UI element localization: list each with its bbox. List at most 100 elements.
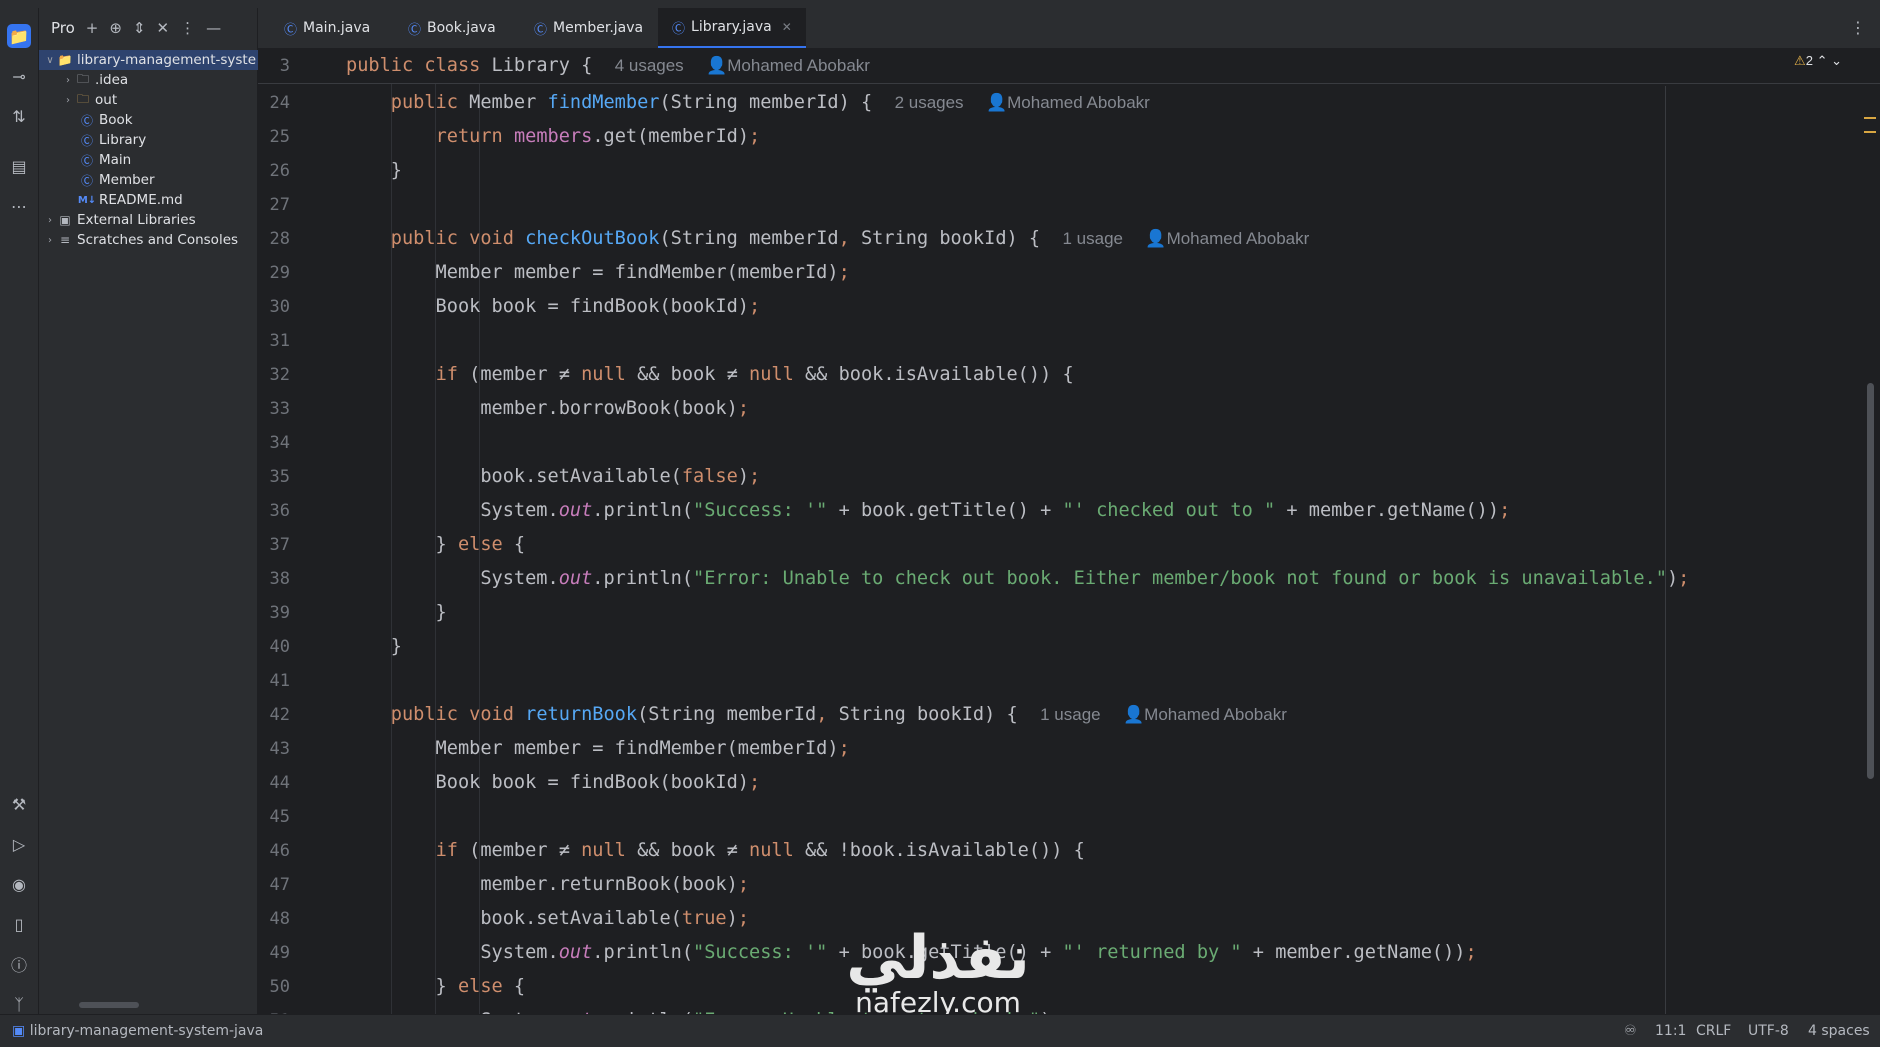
- class-icon: Ⓒ: [80, 153, 93, 168]
- collapse-all-icon[interactable]: ✕: [157, 19, 170, 37]
- tree-item-external-libraries[interactable]: › ▣ External Libraries: [39, 210, 261, 230]
- line-number: 25: [269, 127, 290, 147]
- line-number: 28: [269, 229, 290, 249]
- chevron-right-icon[interactable]: ›: [61, 75, 75, 86]
- tab-label: Book.java: [427, 20, 496, 36]
- tree-item-label: out: [95, 92, 118, 108]
- git-tool-icon[interactable]: ᛉ: [7, 992, 31, 1016]
- locate-file-icon[interactable]: ⊕: [109, 19, 122, 37]
- line-separator[interactable]: CRLF: [1696, 1023, 1731, 1039]
- tab-main-java[interactable]: Ⓒ Main.java: [270, 8, 384, 48]
- terminal-tool-icon[interactable]: ▯: [7, 912, 31, 936]
- markdown-icon: M↓: [77, 194, 97, 206]
- line-number: 31: [269, 331, 290, 351]
- warning-count: 2: [1805, 53, 1813, 68]
- caret-position[interactable]: 11:1: [1655, 1023, 1686, 1039]
- chevron-right-icon[interactable]: ›: [43, 235, 57, 246]
- code-line: member.borrowBook(book);: [346, 398, 750, 419]
- chevron-right-icon[interactable]: ›: [61, 95, 75, 106]
- project-horizontal-scrollbar[interactable]: [79, 1002, 139, 1008]
- structure-tool-icon[interactable]: ▤: [7, 154, 31, 178]
- chevron-up-icon[interactable]: ⌃: [1817, 53, 1828, 68]
- code-line: book.setAvailable(false);: [346, 466, 761, 487]
- build-tool-icon[interactable]: ⚒: [7, 792, 31, 816]
- code-area[interactable]: public Member findMember(String memberId…: [346, 49, 1866, 1014]
- line-number: 30: [269, 297, 290, 317]
- editor-vertical-scrollbar[interactable]: [1867, 383, 1874, 779]
- problems-tool-icon[interactable]: ⓘ: [7, 952, 31, 976]
- options-icon[interactable]: ⋮: [180, 19, 195, 37]
- project-panel-title[interactable]: Pro: [51, 19, 75, 37]
- tree-item-project-root[interactable]: ∨ 📁 library-management-syste: [39, 50, 261, 70]
- services-tool-icon[interactable]: ◉: [7, 872, 31, 896]
- expand-all-icon[interactable]: ⇕: [133, 19, 146, 37]
- inspection-widget[interactable]: ⚠2 ⌃ ⌄: [1794, 53, 1842, 69]
- tree-item-scratches[interactable]: › ≡ Scratches and Consoles: [39, 230, 261, 250]
- pull-requests-icon[interactable]: ⇅: [7, 104, 31, 128]
- code-line: } else {: [346, 534, 526, 555]
- hide-panel-icon[interactable]: —: [206, 19, 221, 37]
- line-number: 38: [269, 569, 290, 589]
- status-bar: ▣ library-management-system-java ♾ 11:1 …: [0, 1014, 1880, 1047]
- chevron-down-icon[interactable]: ⌄: [1831, 53, 1842, 68]
- tree-item-label: External Libraries: [77, 212, 196, 228]
- line-number: 46: [269, 841, 290, 861]
- line-number: 47: [269, 875, 290, 895]
- commit-tool-icon[interactable]: ⊸: [7, 64, 31, 88]
- code-line: System.out.println("Error: Unable to che…: [346, 568, 1690, 589]
- library-icon: ▣: [59, 213, 71, 227]
- tree-item-out[interactable]: › 🗀 out: [39, 90, 279, 110]
- code-line: book.setAvailable(true);: [346, 908, 750, 929]
- chevron-down-icon[interactable]: ∨: [43, 55, 57, 66]
- tree-item-idea[interactable]: › 🗀 .idea: [39, 70, 279, 90]
- project-tool-icon[interactable]: 📁: [7, 24, 31, 48]
- class-icon: Ⓒ: [672, 21, 686, 37]
- run-tool-icon[interactable]: ▷: [7, 832, 31, 856]
- code-editor[interactable]: 24 25 26 27 28 29 30 31 32 33 34 35 36 3…: [258, 49, 1880, 1014]
- line-number: 37: [269, 535, 290, 555]
- tree-item-label: Main: [99, 152, 132, 168]
- chevron-right-icon[interactable]: ›: [43, 215, 57, 226]
- tab-member-java[interactable]: Ⓒ Member.java: [520, 8, 657, 48]
- code-line: return members.get(memberId);: [435, 126, 761, 147]
- tab-label: Main.java: [303, 20, 371, 36]
- class-icon: Ⓒ: [80, 113, 93, 128]
- sticky-class-header[interactable]: 3 public class Library { 4 usages 👤Moham…: [258, 49, 1880, 84]
- tool-window-strip: 📁 ⊸ ⇅ ▤ ⋯ ⚒ ▷ ◉ ▯ ⓘ ᛉ: [0, 8, 39, 1014]
- notifications-icon[interactable]: ♾: [1624, 1023, 1637, 1039]
- file-encoding[interactable]: UTF-8: [1748, 1023, 1789, 1039]
- indent-setting[interactable]: 4 spaces: [1808, 1023, 1870, 1039]
- warning-stripe-marker[interactable]: [1864, 131, 1876, 133]
- line-number: 27: [269, 195, 290, 215]
- tree-item-label: Scratches and Consoles: [77, 232, 239, 248]
- class-icon: Ⓒ: [534, 22, 548, 38]
- new-file-icon[interactable]: +: [86, 19, 99, 37]
- code-line: System.out.println("Success: '" + book.g…: [346, 942, 1477, 963]
- class-icon: Ⓒ: [80, 133, 93, 148]
- project-icon: ▣: [12, 1023, 26, 1039]
- tabs-menu-icon[interactable]: ⋮: [1850, 18, 1866, 37]
- line-number: 26: [269, 161, 290, 181]
- line-number: 49: [269, 943, 290, 963]
- breadcrumb[interactable]: ▣ library-management-system-java: [12, 1023, 263, 1039]
- tab-book-java[interactable]: Ⓒ Book.java: [394, 8, 510, 48]
- code-line: public void checkOutBook(String memberId…: [390, 228, 1310, 249]
- code-line: }: [346, 160, 402, 181]
- code-line: public void returnBook(String memberId, …: [390, 704, 1287, 725]
- tab-library-java[interactable]: Ⓒ Library.java ✕: [658, 8, 806, 48]
- code-line: Book book = findBook(bookId);: [346, 296, 761, 317]
- warning-stripe-marker[interactable]: [1864, 117, 1876, 119]
- line-number: 44: [269, 773, 290, 793]
- editor-tabs: Ⓒ Main.java Ⓒ Book.java Ⓒ Member.java Ⓒ …: [258, 8, 1880, 49]
- more-tools-icon[interactable]: ⋯: [7, 194, 31, 218]
- code-line: if (member ≠ null && book ≠ null && !boo…: [435, 840, 1085, 861]
- code-line: } else {: [346, 976, 526, 997]
- project-panel: Pro + ⊕ ⇕ ✕ ⋮ — ∨ 📁 library-management-s…: [39, 8, 261, 1014]
- line-number: 24: [269, 93, 290, 113]
- line-number: 41: [269, 671, 290, 691]
- code-line: Member member = findMember(memberId);: [346, 262, 850, 283]
- close-tab-icon[interactable]: ✕: [782, 20, 792, 34]
- window-top-bar: [0, 0, 1880, 8]
- tab-label: Member.java: [553, 20, 644, 36]
